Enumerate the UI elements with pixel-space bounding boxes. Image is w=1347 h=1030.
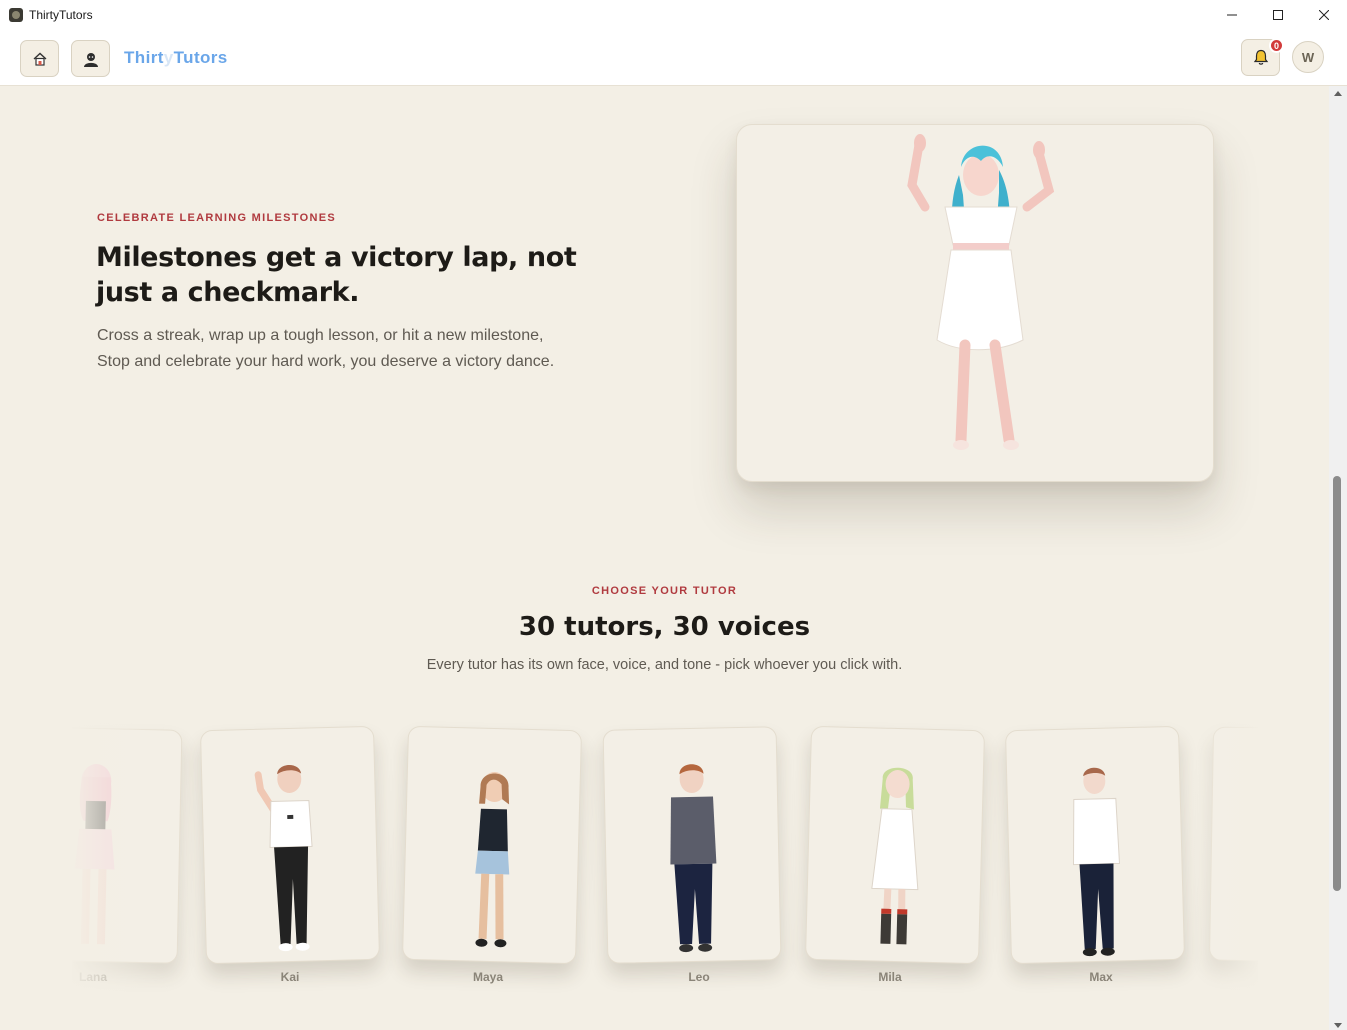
minimize-icon	[1227, 14, 1237, 15]
home-button[interactable]	[20, 40, 59, 77]
bell-icon	[1253, 49, 1268, 65]
tutor-name-kai: Kai	[280, 970, 300, 984]
tutors-title: 30 tutors, 30 voices	[518, 612, 811, 642]
maximize-icon	[1273, 9, 1283, 20]
window-titlebar: ThirtyTutors	[0, 0, 1347, 29]
tutor-card-kai[interactable]	[199, 725, 381, 965]
tutor-avatar-icon	[83, 52, 98, 67]
brand-text-part1: Thirt	[124, 48, 164, 67]
minimize-button[interactable]	[1209, 0, 1255, 29]
tutor-card-leo[interactable]	[602, 726, 782, 964]
tutor-name-maya: Maya	[472, 970, 504, 984]
tutors-eyebrow: CHOOSE YOUR TUTOR	[591, 585, 738, 597]
brand-logo-text[interactable]: ThirtyTutors	[124, 48, 228, 68]
close-button[interactable]	[1301, 0, 1347, 29]
tutor-card-mila[interactable]	[804, 725, 986, 965]
tutor-figure-mila	[871, 767, 919, 945]
milestones-eyebrow: CELEBRATE LEARNING MILESTONES	[97, 212, 336, 224]
tutor-card-lana[interactable]	[72, 726, 183, 964]
page-scrollbar[interactable]	[1329, 86, 1347, 1030]
maximize-button[interactable]	[1255, 0, 1301, 29]
tutor-name-leo: Leo	[688, 970, 710, 984]
tutor-select-button[interactable]	[71, 40, 110, 77]
notification-count-badge: 0	[1269, 38, 1284, 53]
tutor-figure-maya	[475, 772, 510, 948]
tutor-figure-max	[1073, 767, 1121, 957]
app-header: ThirtyTutors 0 W	[0, 29, 1347, 86]
dancing-tutor-figure	[907, 134, 1055, 450]
tutors-subtitle: Every tutor has its own face, voice, and…	[426, 657, 903, 673]
brand-text-part3: Tutors	[173, 48, 228, 67]
scroll-up-arrow-icon[interactable]	[1334, 91, 1342, 96]
window-title: ThirtyTutors	[29, 7, 93, 22]
tutor-card-max[interactable]	[1004, 725, 1186, 965]
milestones-description: Cross a streak, wrap up a tough lesson, …	[97, 327, 555, 370]
scroll-down-arrow-icon[interactable]	[1334, 1023, 1342, 1028]
close-icon	[1319, 9, 1329, 20]
app-logo-icon	[9, 7, 23, 22]
scrollbar-thumb[interactable]	[1333, 476, 1341, 891]
brand-text-part2: y	[163, 48, 174, 67]
victory-dance-preview	[736, 124, 1214, 482]
user-avatar[interactable]: W	[1292, 41, 1324, 73]
tutor-card-maya[interactable]	[401, 725, 583, 965]
tutor-name-lana: Lana	[78, 970, 107, 984]
tutor-card-next[interactable]	[1208, 726, 1258, 964]
tutor-carousel[interactable]: Lana Kai Maya Leo Mila Max	[72, 718, 1258, 998]
tutor-figure-lana	[74, 764, 115, 945]
tutor-name-max: Max	[1089, 970, 1113, 984]
home-icon	[33, 52, 46, 66]
tutor-name-mila: Mila	[878, 970, 902, 984]
window-controls	[1209, 0, 1347, 29]
tutor-figure-leo	[670, 764, 717, 953]
milestones-title: Milestones get a victory lap, not just a…	[96, 242, 577, 308]
tutor-figure-kai	[254, 764, 313, 952]
